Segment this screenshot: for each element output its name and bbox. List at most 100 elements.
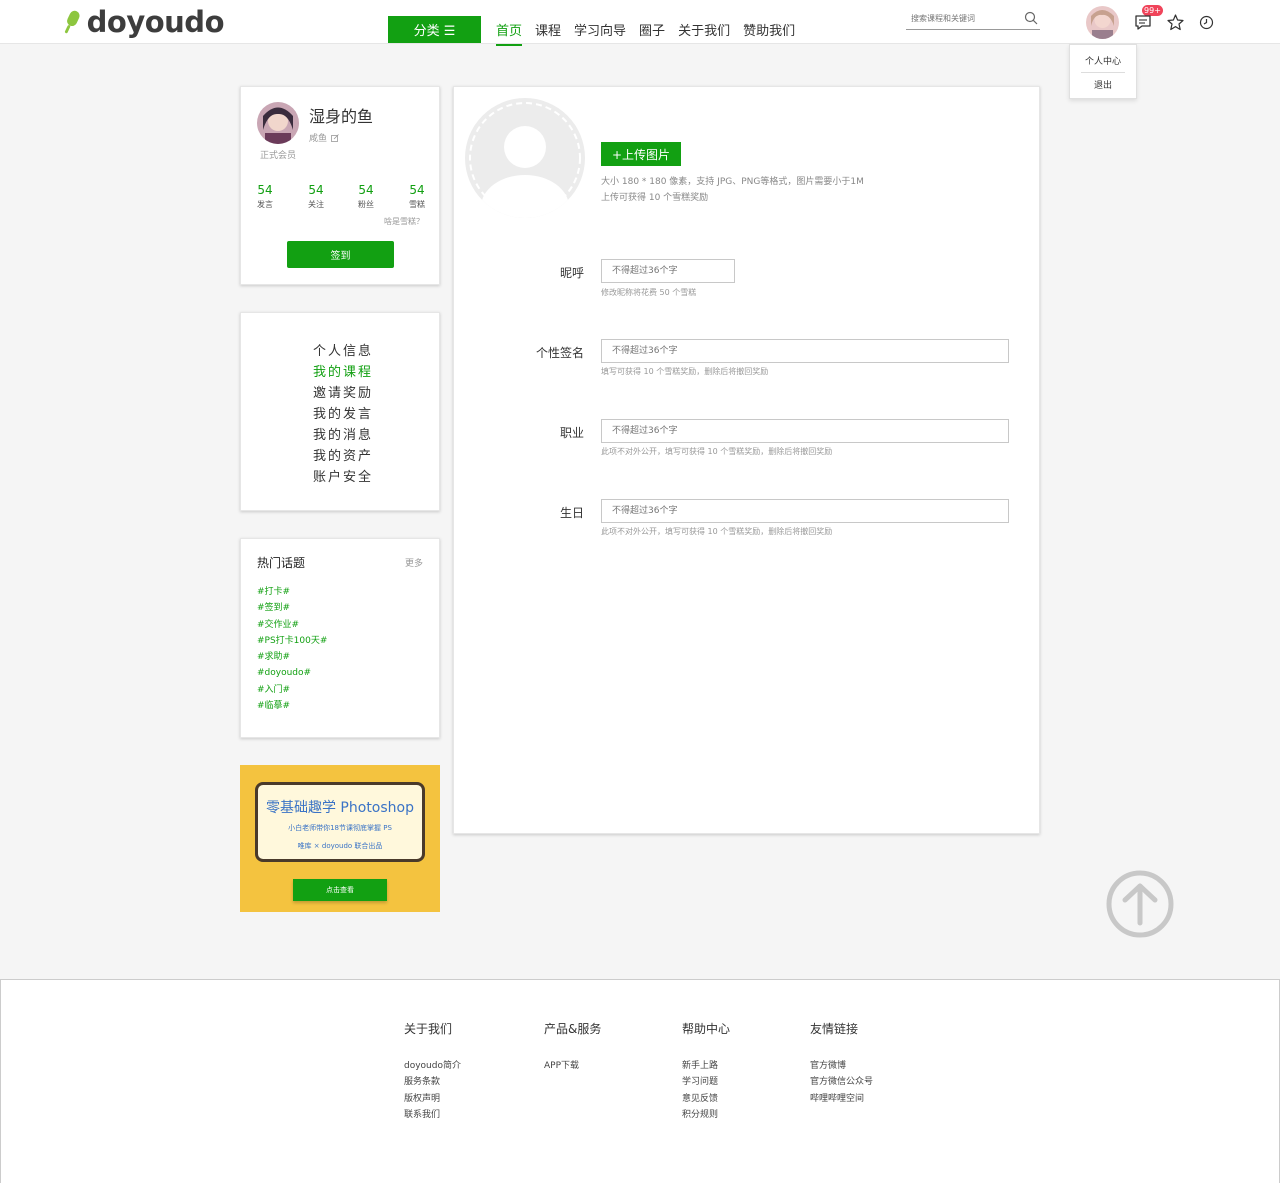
topic-item[interactable]: #交作业# bbox=[257, 617, 327, 633]
dropdown-profile[interactable]: 个人中心 bbox=[1070, 54, 1136, 67]
upload-reward-hint: 上传可获得 10 个雪糕奖励 bbox=[601, 193, 709, 203]
member-level: 正式会员 bbox=[260, 151, 297, 161]
ad-subtitle: 小白老师带你18节课彻底掌握 PS bbox=[288, 824, 392, 832]
hot-topics-card: 热门话题 更多 #打卡# #签到# #交作业# #PS打卡100天# #求助# … bbox=[240, 538, 440, 738]
logo[interactable]: doyoudo bbox=[64, 3, 225, 41]
footer-link[interactable]: 联系我们 bbox=[404, 1107, 461, 1123]
nav-home[interactable]: 首页 bbox=[496, 20, 523, 46]
dropdown-logout[interactable]: 退出 bbox=[1070, 78, 1136, 91]
stat-fans[interactable]: 54 粉丝 bbox=[355, 183, 377, 210]
footer-col-about: 关于我们 doyoudo简介 服务条款 版权声明 联系我们 bbox=[404, 1020, 461, 1123]
nav-courses[interactable]: 课程 bbox=[535, 20, 561, 46]
popsicle-icon bbox=[64, 10, 80, 34]
what-is-icecream-link[interactable]: 啥是雪糕？ bbox=[384, 216, 424, 227]
profile-avatar[interactable] bbox=[257, 102, 299, 144]
stat-value: 54 bbox=[257, 183, 273, 197]
top-header: doyoudo 分类 ☰ 首页 课程 学习向导 圈子 关于我们 赞助我们 99+ bbox=[0, 0, 1280, 46]
search-box bbox=[906, 10, 1040, 30]
birthday-input[interactable] bbox=[601, 499, 1009, 523]
search-icon[interactable] bbox=[1024, 11, 1038, 25]
footer-link[interactable]: 服务条款 bbox=[404, 1074, 461, 1090]
footer: 关于我们 doyoudo简介 服务条款 版权声明 联系我们 产品&服务 APP下… bbox=[0, 979, 1280, 1183]
stat-label: 粉丝 bbox=[358, 200, 374, 209]
footer-heading: 友情链接 bbox=[810, 1022, 859, 1036]
nickname-label: 昵呼 bbox=[559, 266, 584, 280]
stat-label: 关注 bbox=[308, 200, 324, 209]
birthday-hint: 此项不对外公开，填写可获得 10 个雪糕奖励，删除后将撤回奖励 bbox=[601, 527, 833, 536]
nav-circle[interactable]: 圈子 bbox=[639, 20, 665, 46]
category-button[interactable]: 分类 ☰ bbox=[388, 16, 481, 43]
topics-more-link[interactable]: 更多 bbox=[405, 556, 423, 569]
ad-frame: 零基础趣学 Photoshop 小白老师带你18节课彻底掌握 PS 唯库 × d… bbox=[255, 782, 425, 862]
logo-text: doyoudo bbox=[86, 5, 225, 39]
header-avatar[interactable] bbox=[1086, 6, 1119, 39]
footer-link[interactable]: 新手上路 bbox=[682, 1058, 730, 1074]
job-label: 职业 bbox=[559, 426, 584, 440]
footer-link[interactable]: 学习问题 bbox=[682, 1074, 730, 1090]
main-nav: 首页 课程 学习向导 圈子 关于我们 赞助我们 bbox=[496, 20, 795, 46]
topic-list: #打卡# #签到# #交作业# #PS打卡100天# #求助# #doyoudo… bbox=[257, 584, 327, 714]
stat-value: 54 bbox=[409, 183, 425, 197]
nav-about[interactable]: 关于我们 bbox=[678, 20, 730, 46]
history-icon[interactable] bbox=[1199, 15, 1214, 30]
nav-guide[interactable]: 学习向导 bbox=[574, 20, 626, 46]
photoshop-ad-banner[interactable]: 零基础趣学 Photoshop 小白老师带你18节课彻底掌握 PS 唯库 × d… bbox=[240, 765, 440, 912]
menu-item-info[interactable]: 个人信息 bbox=[313, 341, 373, 362]
topic-item[interactable]: #求助# bbox=[257, 649, 327, 665]
footer-col-links: 友情链接 官方微博 官方微信公众号 哔哩哔哩空间 bbox=[810, 1020, 873, 1107]
profile-card: 湿身的鱼 咸鱼 正式会员 54 发言 54 关注 54 粉丝 54 雪糕 啥是雪… bbox=[240, 86, 440, 285]
menu-item-messages[interactable]: 我的消息 bbox=[313, 425, 373, 446]
signature-label: 个性签名 bbox=[535, 346, 584, 360]
topic-item[interactable]: #打卡# bbox=[257, 584, 327, 600]
menu-item-assets[interactable]: 我的资产 bbox=[313, 446, 373, 467]
nav-sponsor[interactable]: 赞助我们 bbox=[743, 20, 795, 46]
job-input[interactable] bbox=[601, 419, 1009, 443]
nickname-input[interactable] bbox=[601, 259, 735, 283]
topic-item[interactable]: #签到# bbox=[257, 600, 327, 616]
default-avatar-icon[interactable] bbox=[464, 97, 586, 219]
menu-item-invite[interactable]: 邀请奖励 bbox=[313, 383, 373, 404]
dropdown-divider bbox=[1081, 72, 1125, 73]
footer-link[interactable]: APP下载 bbox=[544, 1058, 601, 1074]
menu-item-courses[interactable]: 我的课程 bbox=[313, 362, 373, 383]
edit-icon[interactable] bbox=[331, 133, 339, 142]
footer-col-products: 产品&服务 APP下载 bbox=[544, 1020, 601, 1074]
message-icon[interactable] bbox=[1134, 14, 1152, 31]
job-hint: 此项不对外公开，填写可获得 10 个雪糕奖励，删除后将撤回奖励 bbox=[601, 447, 833, 456]
signature-input[interactable] bbox=[601, 339, 1009, 363]
stat-label: 发言 bbox=[257, 200, 273, 209]
user-dropdown: 个人中心 退出 bbox=[1069, 44, 1137, 99]
footer-link[interactable]: 版权声明 bbox=[404, 1091, 461, 1107]
back-to-top-icon[interactable] bbox=[1105, 869, 1175, 939]
profile-nickname: 咸鱼 bbox=[309, 134, 328, 144]
stat-following[interactable]: 54 关注 bbox=[305, 183, 327, 210]
topic-item[interactable]: #入门# bbox=[257, 682, 327, 698]
stat-icecream[interactable]: 54 雪糕 bbox=[406, 183, 428, 210]
search-input[interactable] bbox=[906, 11, 1016, 23]
star-icon[interactable] bbox=[1167, 14, 1184, 31]
footer-link[interactable]: doyoudo简介 bbox=[404, 1058, 461, 1074]
topic-item[interactable]: #PS打卡100天# bbox=[257, 633, 327, 649]
topic-item[interactable]: #临摹# bbox=[257, 698, 327, 714]
upload-hint: 大小 180 * 180 像素，支持 JPG、PNG等格式，图片需要小于1M bbox=[601, 177, 864, 187]
footer-link[interactable]: 官方微博 bbox=[810, 1058, 873, 1074]
upload-image-button[interactable]: +上传图片 bbox=[601, 142, 681, 166]
checkin-button[interactable]: 签到 bbox=[287, 241, 394, 268]
side-menu: 个人信息 我的课程 邀请奖励 我的发言 我的消息 我的资产 账户安全 bbox=[313, 341, 373, 488]
topic-item[interactable]: #doyoudo# bbox=[257, 665, 327, 681]
menu-item-posts[interactable]: 我的发言 bbox=[313, 404, 373, 425]
birthday-label: 生日 bbox=[559, 506, 584, 520]
footer-link[interactable]: 官方微信公众号 bbox=[810, 1074, 873, 1090]
topics-title: 热门话题 bbox=[257, 556, 306, 570]
stat-posts[interactable]: 54 发言 bbox=[254, 183, 276, 210]
footer-link[interactable]: 意见反馈 bbox=[682, 1091, 730, 1107]
ad-view-button[interactable]: 点击查看 bbox=[293, 879, 387, 901]
footer-heading: 关于我们 bbox=[404, 1022, 453, 1036]
footer-link[interactable]: 哔哩哔哩空间 bbox=[810, 1091, 873, 1107]
footer-col-help: 帮助中心 新手上路 学习问题 意见反馈 积分规则 bbox=[682, 1020, 730, 1123]
menu-item-security[interactable]: 账户安全 bbox=[313, 467, 373, 488]
footer-link[interactable]: 积分规则 bbox=[682, 1107, 730, 1123]
side-menu-card: 个人信息 我的课程 邀请奖励 我的发言 我的消息 我的资产 账户安全 bbox=[240, 312, 440, 511]
footer-heading: 产品&服务 bbox=[544, 1022, 602, 1036]
ad-title: 零基础趣学 Photoshop bbox=[265, 800, 414, 816]
